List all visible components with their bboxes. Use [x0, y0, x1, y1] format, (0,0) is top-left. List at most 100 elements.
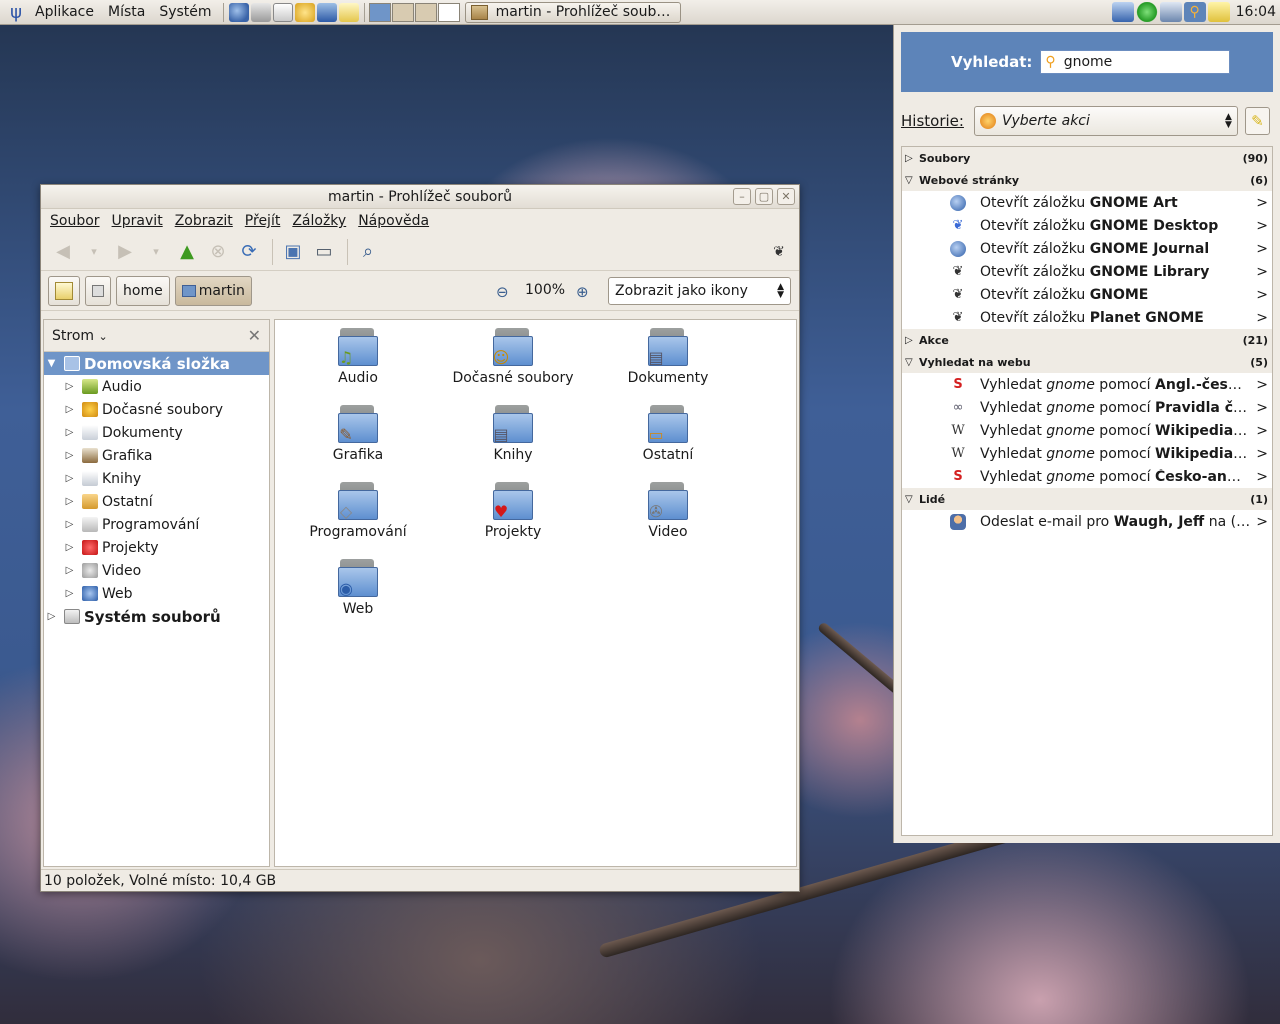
folder-item[interactable]: ◇ Programování [283, 474, 433, 540]
menu-upravit[interactable]: Upravit [106, 213, 169, 229]
tree-item-home[interactable]: ▼ Domovská složka [44, 352, 269, 375]
tree-item[interactable]: ▷ Knihy [44, 467, 269, 490]
expander-closed-icon[interactable]: ▷ [65, 381, 74, 392]
result-more[interactable]: > [1256, 423, 1268, 439]
menu-aplikace[interactable]: Aplikace [28, 0, 101, 25]
result-item[interactable]: Otevřít záložku GNOME Art > [902, 191, 1272, 214]
result-item[interactable]: W Vyhledat gnome pomocí Wikipedia (a… > [902, 419, 1272, 442]
menu-mista[interactable]: Místa [101, 0, 152, 25]
clear-history-button[interactable]: ✎ [1244, 107, 1270, 135]
result-item[interactable]: S Vyhledat gnome pomocí Česko-angl. … > [902, 465, 1272, 488]
menu-zalozky[interactable]: Záložky [286, 213, 352, 229]
view-mode-select[interactable]: Zobrazit jako ikony ▲ ▼ [608, 277, 791, 305]
result-category[interactable]: ▷ Soubory (90) [902, 147, 1272, 169]
expander-closed-icon[interactable]: ▷ [47, 611, 56, 622]
result-more[interactable]: > [1256, 287, 1268, 303]
menu-prejit[interactable]: Přejít [239, 213, 287, 229]
status-green-icon[interactable] [1135, 2, 1158, 22]
tree-item[interactable]: ▷ Audio [44, 375, 269, 398]
update-notifier-icon[interactable] [1111, 2, 1134, 22]
search-input[interactable]: ⚲ gnome [1040, 50, 1231, 74]
maximize-button[interactable]: ▢ [755, 188, 773, 205]
tree-item[interactable]: ▷ Dočasné soubory [44, 398, 269, 421]
expander-closed-icon[interactable]: ▷ [65, 496, 74, 507]
result-item[interactable]: S Vyhledat gnome pomocí Angl.-český … > [902, 373, 1272, 396]
tree-item[interactable]: ▷ Projekty [44, 536, 269, 559]
workspace-1[interactable] [368, 2, 391, 22]
result-category[interactable]: ▽ Webové stránky (6) [902, 169, 1272, 191]
result-item[interactable]: Otevřít záložku GNOME Journal > [902, 237, 1272, 260]
expander-closed-icon[interactable]: ▷ [65, 542, 74, 553]
help-launcher-icon[interactable] [316, 2, 337, 22]
expander-closed-icon[interactable]: ▷ [65, 588, 74, 599]
result-more[interactable]: > [1256, 195, 1268, 211]
folder-item[interactable]: ☺ Dočasné soubory [438, 320, 588, 386]
menu-system[interactable]: Systém [152, 0, 218, 25]
icon-view[interactable]: ♫ Audio ☺ Dočasné soubory ▤ Dokumenty ✎ Grafika… [274, 319, 797, 867]
menu-napoveda[interactable]: Nápověda [352, 213, 435, 229]
result-category[interactable]: ▷ Akce (21) [902, 329, 1272, 351]
result-more[interactable]: > [1256, 377, 1268, 393]
stop-icon[interactable]: ⊗ [204, 238, 232, 266]
menu-soubor[interactable]: Soubor [44, 213, 106, 229]
result-more[interactable]: > [1256, 446, 1268, 462]
result-item[interactable]: ❦ Otevřít záložku GNOME Desktop > [902, 214, 1272, 237]
workspace-4[interactable] [437, 2, 460, 22]
tree-item[interactable]: ▷ Grafika [44, 444, 269, 467]
zoom-in-icon[interactable]: ⊕ [576, 283, 589, 301]
result-category[interactable]: ▽ Lidé (1) [902, 488, 1272, 510]
workspace-3[interactable] [414, 2, 437, 22]
result-more[interactable]: > [1256, 469, 1268, 485]
result-more[interactable]: > [1256, 310, 1268, 326]
expander-closed-icon[interactable]: ▷ [65, 519, 74, 530]
gnome-foot-icon[interactable]: ψ [4, 2, 28, 23]
edit-location-button[interactable] [48, 275, 80, 306]
chat-launcher-icon[interactable] [294, 2, 315, 22]
expander-open-icon[interactable]: ▽ [905, 175, 919, 186]
zoom-level[interactable]: 100% [525, 282, 565, 298]
folder-item[interactable]: ◉ Web [283, 551, 433, 617]
network-icon[interactable] [1159, 2, 1182, 22]
office-launcher-icon[interactable] [272, 2, 293, 22]
tree-item[interactable]: ▷ Programování [44, 513, 269, 536]
folder-item[interactable]: ▤ Knihy [438, 397, 588, 463]
expander-closed-icon[interactable]: ▷ [65, 565, 74, 576]
path-martin-button[interactable]: martin [174, 275, 252, 306]
tree-item[interactable]: ▷ Video [44, 559, 269, 582]
expander-closed-icon[interactable]: ▷ [65, 404, 74, 415]
result-more[interactable]: > [1256, 218, 1268, 234]
folder-item[interactable]: ▤ Dokumenty [593, 320, 743, 386]
result-more[interactable]: > [1256, 514, 1268, 530]
result-more[interactable]: > [1256, 400, 1268, 416]
taskbar-button-file-manager[interactable]: martin - Prohlížeč soub… [464, 1, 681, 23]
history-select[interactable]: Vyberte akci ▲ ▼ [973, 106, 1238, 136]
result-category[interactable]: ▽ Vyhledat na webu (5) [902, 351, 1272, 373]
tree-item[interactable]: ▷ Ostatní [44, 490, 269, 513]
expander-open-icon[interactable]: ▽ [905, 494, 919, 505]
folder-item[interactable]: ✎ Grafika [283, 397, 433, 463]
up-arrow-icon[interactable]: ▲ [173, 238, 201, 266]
result-more[interactable]: > [1256, 264, 1268, 280]
result-item[interactable]: ❦ Otevřít záložku GNOME Library > [902, 260, 1272, 283]
result-item[interactable]: W Vyhledat gnome pomocí Wikipedia (č… > [902, 442, 1272, 465]
web-browser-launcher-icon[interactable] [228, 2, 249, 22]
path-root-button[interactable] [85, 275, 111, 306]
expander-closed-icon[interactable]: ▷ [905, 153, 919, 164]
computer-icon[interactable]: ▭ [310, 238, 338, 266]
zoom-out-icon[interactable]: ⊖ [496, 283, 509, 301]
path-home-button[interactable]: home [116, 275, 170, 306]
result-item[interactable]: ∞ Vyhledat gnome pomocí Pravidla čes… > [902, 396, 1272, 419]
expander-open-icon[interactable]: ▼ [47, 358, 56, 369]
folder-item[interactable]: ✇ Video [593, 474, 743, 540]
mail-launcher-icon[interactable] [250, 2, 271, 22]
folder-item[interactable]: ♫ Audio [283, 320, 433, 386]
window-titlebar[interactable]: martin - Prohlížeč souborů – ▢ ✕ [41, 185, 799, 209]
tree-item[interactable]: ▷ Dokumenty [44, 421, 269, 444]
clock[interactable]: 16:04 [1230, 4, 1280, 20]
minimize-button[interactable]: – [733, 188, 751, 205]
sidebar-type-select[interactable]: Strom ⌄ [52, 328, 108, 344]
tree-item-filesystem[interactable]: ▷ Systém souborů [44, 605, 269, 628]
result-item[interactable]: ❦ Otevřít záložku Planet GNOME > [902, 306, 1272, 329]
notes-icon[interactable] [1207, 2, 1230, 22]
close-button[interactable]: ✕ [777, 188, 795, 205]
